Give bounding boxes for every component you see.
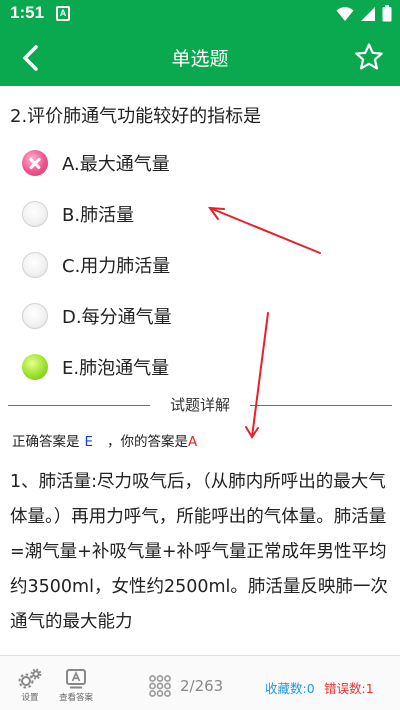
- question-index-button[interactable]: 2/263: [148, 674, 223, 698]
- answer-card-icon: [66, 669, 86, 689]
- status-icons: [336, 5, 392, 22]
- detail-title: 试题详解: [150, 394, 250, 415]
- back-button[interactable]: [12, 40, 48, 76]
- wrong-mark-icon: [22, 150, 48, 176]
- correct-mark-icon: [22, 354, 48, 380]
- favorites-count: 收藏数:0: [265, 681, 315, 696]
- signal-icon: [361, 6, 375, 21]
- settings-button[interactable]: 设置: [14, 668, 46, 703]
- your-answer-value: A: [188, 434, 198, 450]
- progress-text: 2/263: [180, 677, 224, 695]
- wifi-icon: [336, 6, 354, 21]
- chevron-left-icon: [23, 45, 38, 71]
- correct-answer-prefix: 正确答案是: [12, 434, 80, 450]
- errors-count: 错误数:1: [324, 681, 374, 696]
- option-b[interactable]: B.肺活量: [22, 194, 382, 234]
- answer-summary: 正确答案是 E ，你的答案是A: [12, 430, 197, 450]
- gear-icon: [18, 668, 42, 689]
- app-bar: 单选题: [0, 28, 400, 86]
- question-text: 2.评价肺通气功能较好的指标是: [10, 106, 262, 127]
- status-time: 1:51: [10, 3, 45, 22]
- explanation-text: 1、肺活量:尽力吸气后，（从肺内所呼出的最大气体量。）再用力呼气，所能呼出的气体…: [10, 472, 388, 632]
- view-answer-button[interactable]: 查看答案: [56, 668, 96, 703]
- favorite-button[interactable]: [352, 40, 386, 74]
- notification-icon: A: [56, 6, 70, 21]
- correct-answer-value: E: [84, 434, 94, 450]
- option-label: C.用力肺活量: [62, 256, 171, 277]
- option-label: B.肺活量: [62, 205, 135, 226]
- option-e[interactable]: E.肺泡通气量: [22, 347, 382, 387]
- radio-empty-icon: [22, 201, 48, 227]
- your-answer-prefix: ，你的答案是: [107, 434, 189, 450]
- option-label: E.肺泡通气量: [62, 358, 170, 379]
- option-label: D.每分通气量: [62, 307, 172, 328]
- grid-dots-icon: [149, 675, 171, 697]
- settings-label: 设置: [21, 693, 39, 703]
- option-d[interactable]: D.每分通气量: [22, 296, 382, 336]
- bottom-bar: 设置 查看答案 2/263 收藏数:0 错误数:1: [0, 655, 400, 710]
- radio-empty-icon: [22, 303, 48, 329]
- battery-icon: [382, 5, 392, 22]
- page-title: 单选题: [171, 48, 229, 70]
- option-label: A.最大通气量: [62, 154, 170, 175]
- star-outline-icon: [355, 43, 383, 70]
- status-bar: 1:51 A: [0, 0, 400, 28]
- option-a[interactable]: A.最大通气量: [22, 143, 382, 183]
- view-answer-label: 查看答案: [58, 693, 93, 703]
- radio-empty-icon: [22, 252, 48, 278]
- option-c[interactable]: C.用力肺活量: [22, 245, 382, 285]
